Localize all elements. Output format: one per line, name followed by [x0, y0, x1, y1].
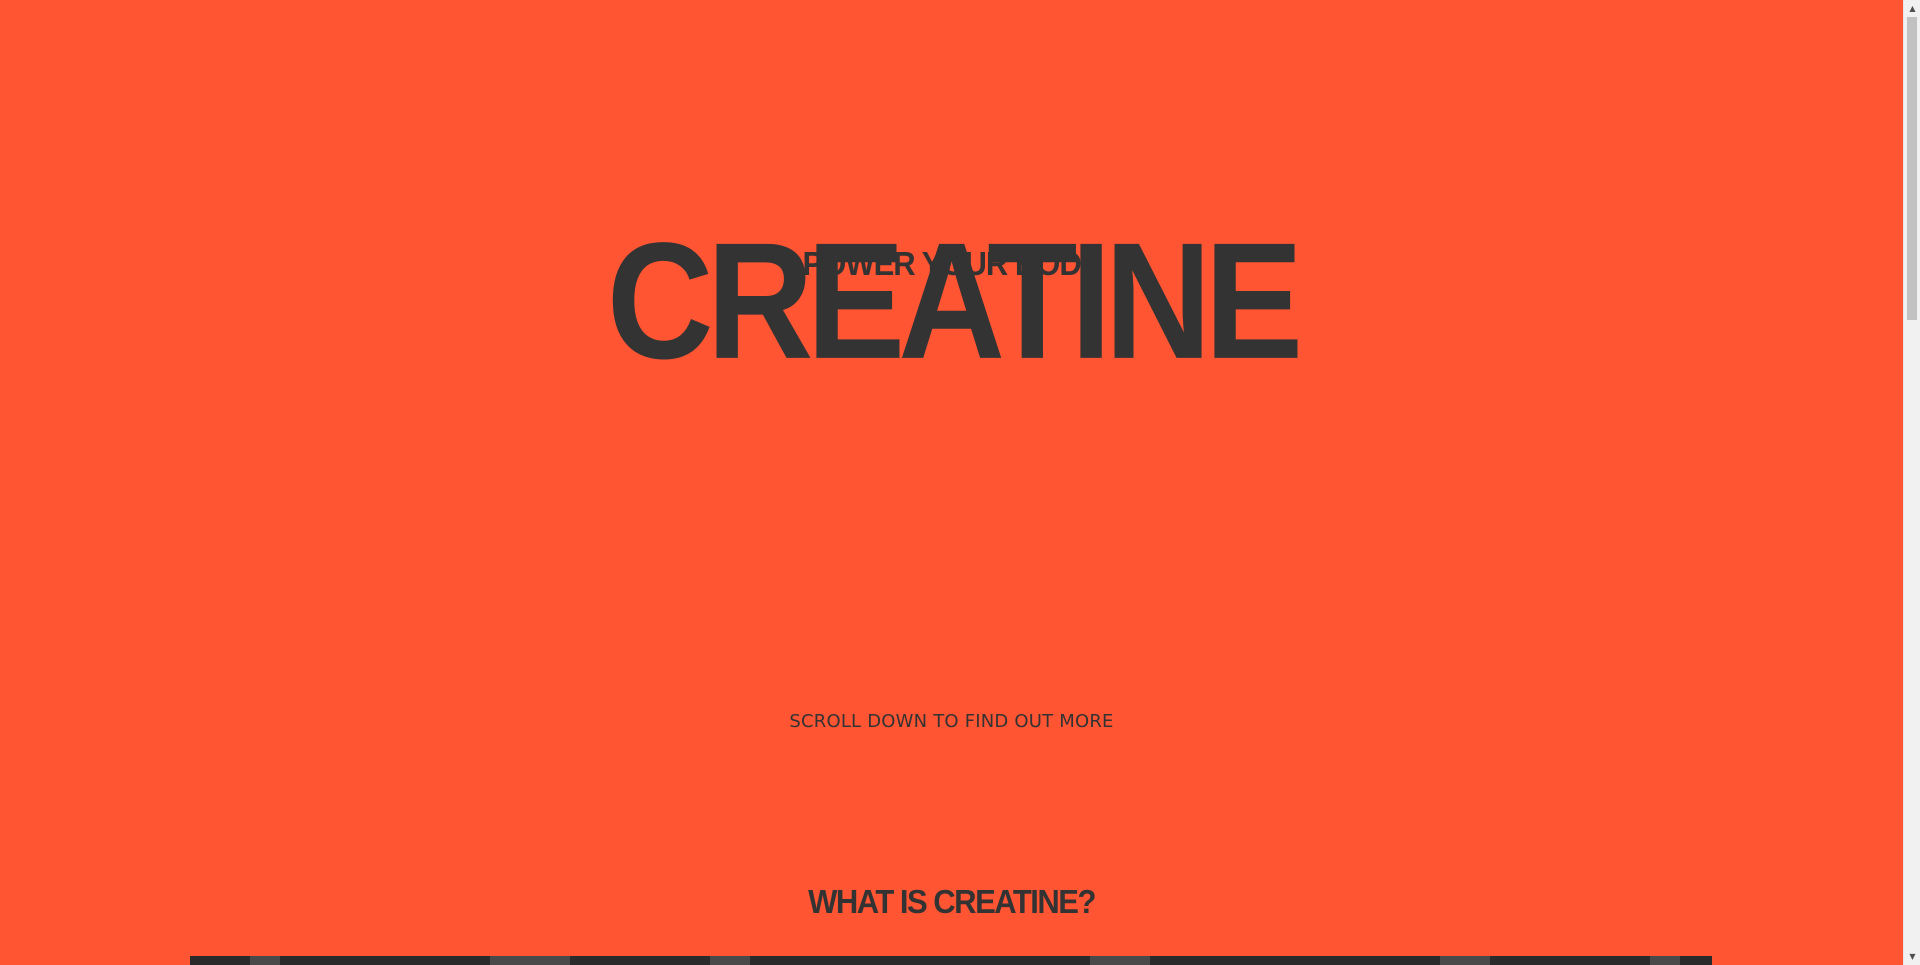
scroll-down-icon[interactable]: ▼	[1904, 948, 1920, 965]
section-title-what-is-creatine: WHAT IS CREATINE?	[808, 882, 1096, 921]
page: CREATINE POWER YOUR BODY SCROLL DOWN TO …	[0, 0, 1903, 965]
section-image	[190, 956, 1712, 965]
vertical-scrollbar[interactable]: ▲ ▼	[1903, 0, 1920, 965]
hero-subtitle: POWER YOUR BODY	[802, 244, 1102, 283]
scrollbar-thumb[interactable]	[1907, 17, 1917, 320]
scroll-hint: SCROLL DOWN TO FIND OUT MORE	[789, 711, 1114, 732]
scroll-up-icon[interactable]: ▲	[1904, 0, 1920, 17]
